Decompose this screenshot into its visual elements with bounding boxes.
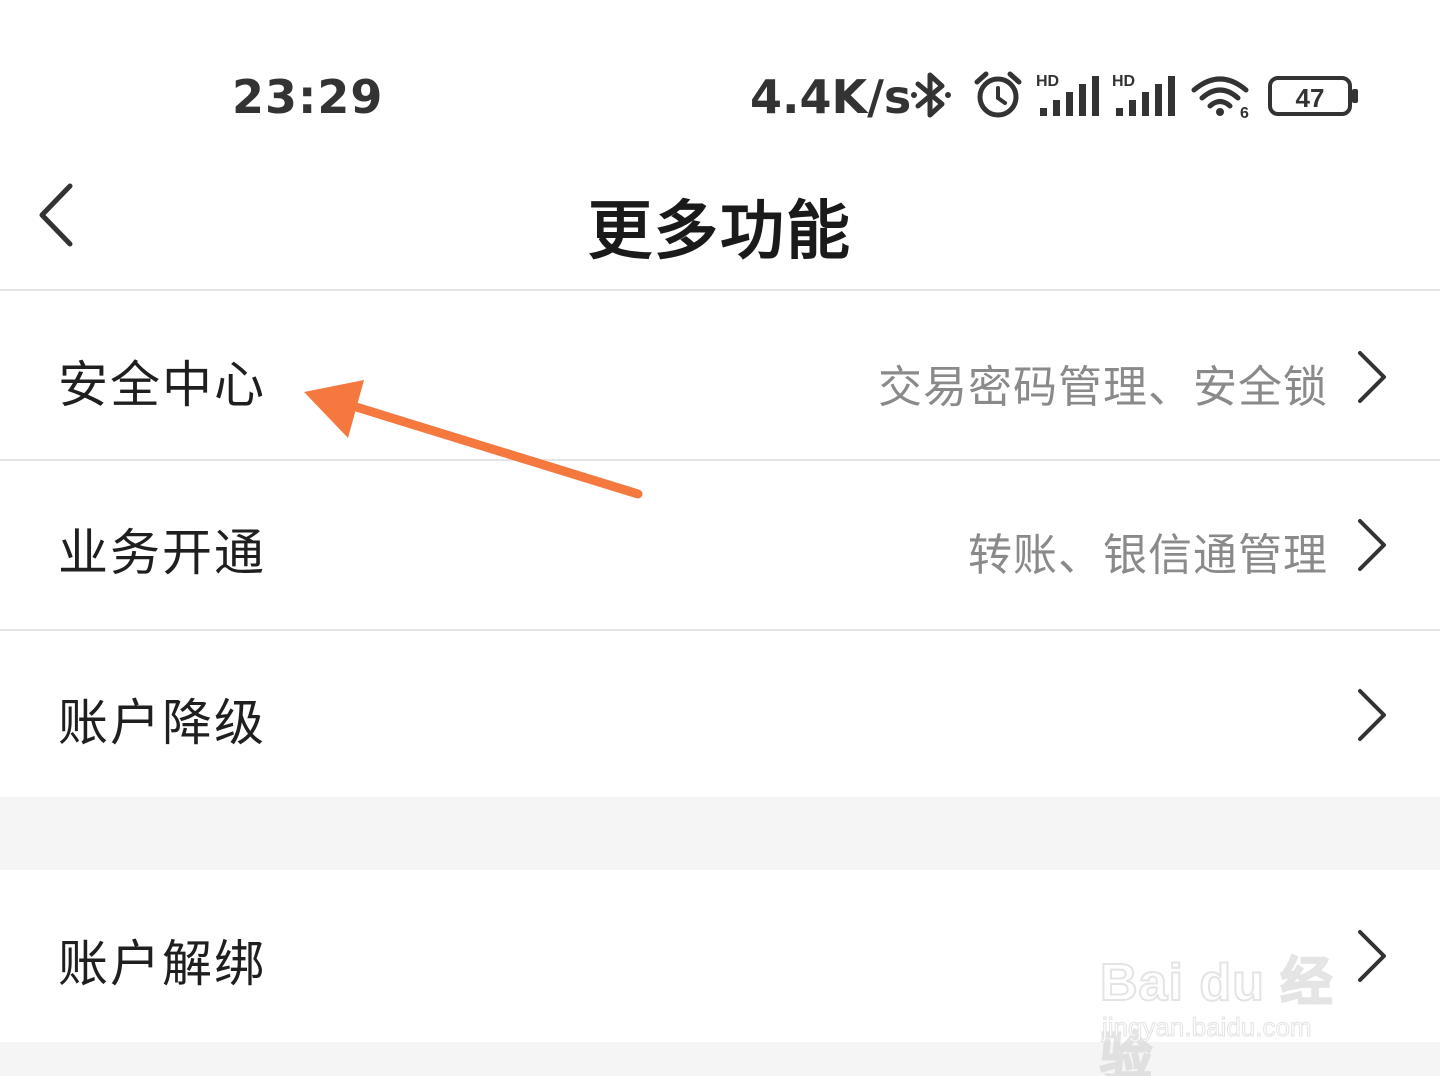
status-bar: 23:29 4.4K/s HD HD 6 47 xyxy=(0,0,1440,150)
signal-hd-icon: HD xyxy=(1036,73,1099,116)
wifi-label: 6 xyxy=(1240,105,1249,120)
page-title: 更多功能 xyxy=(588,195,852,269)
battery-icon: 47 xyxy=(1268,76,1358,116)
screen: 23:29 4.4K/s HD HD 6 47 更多功能 安全中心 交易密码管理… xyxy=(0,0,1440,1076)
signal-hd-label: HD xyxy=(1112,73,1135,90)
menu-item-label: 业务开通 xyxy=(58,524,266,582)
menu-item-subtitle: 转账、银信通管理 xyxy=(968,530,1328,581)
network-speed: 4.4K/s xyxy=(750,70,912,124)
watermark-url: jingyan.baidu.com xyxy=(1102,1012,1313,1043)
watermark-logo-text: Bai du 经验 xyxy=(1099,953,1334,1076)
menu-item-account-downgrade[interactable]: 账户降级 xyxy=(0,631,1440,797)
menu-item-label: 账户降级 xyxy=(58,694,266,752)
menu-item-label: 账户解绑 xyxy=(58,935,266,993)
bluetooth-icon xyxy=(911,72,951,118)
menu-item-business-activation[interactable]: 业务开通 转账、银信通管理 xyxy=(0,461,1440,629)
menu-item-security-center[interactable]: 安全中心 交易密码管理、安全锁 xyxy=(0,291,1440,459)
wifi-icon: 6 xyxy=(1191,76,1249,120)
battery-level: 47 xyxy=(1296,83,1325,113)
signal-hd-label: HD xyxy=(1036,73,1059,90)
navigation-header: 更多功能 xyxy=(0,150,1440,290)
alarm-icon xyxy=(974,71,1022,118)
baidu-jingyan-watermark: Bai du 经验 jingyan.baidu.com xyxy=(1099,920,1370,1076)
menu-item-subtitle: 交易密码管理、安全锁 xyxy=(878,362,1328,413)
chevron-right-icon xyxy=(1358,689,1386,741)
chevron-right-icon xyxy=(1358,519,1386,571)
status-time: 23:29 xyxy=(232,70,384,124)
signal-hd-icon: HD xyxy=(1112,73,1175,116)
menu-item-label: 安全中心 xyxy=(58,356,266,414)
chevron-right-icon xyxy=(1358,351,1386,403)
section-gap xyxy=(0,797,1440,870)
